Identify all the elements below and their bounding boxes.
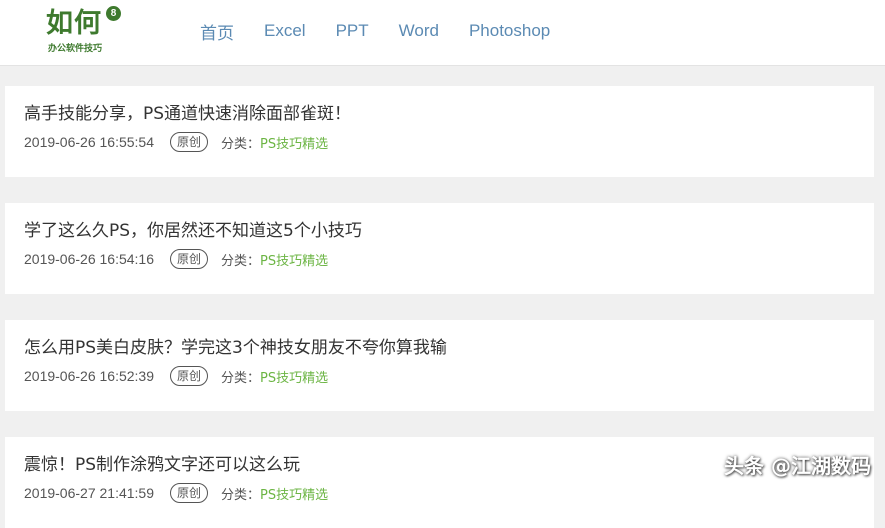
site-header: 如何 8 办公软件技巧 首页 Excel PPT Word Photoshop <box>0 0 885 66</box>
nav-photoshop[interactable]: Photoshop <box>469 21 550 41</box>
article-card: 高手技能分享，PS通道快速消除面部雀斑！ 2019-06-26 16:55:54… <box>5 86 874 177</box>
article-meta: 2019-06-26 16:52:39 原创 分类： PS技巧精选 <box>24 366 328 386</box>
nav-home[interactable]: 首页 <box>200 19 234 44</box>
site-logo[interactable]: 如何 8 办公软件技巧 <box>46 6 136 56</box>
article-title[interactable]: 高手技能分享，PS通道快速消除面部雀斑！ <box>24 99 351 124</box>
original-badge: 原创 <box>170 249 209 269</box>
category-label: 分类： <box>221 487 261 503</box>
watermark: 头条 @江湖数码 <box>724 454 871 478</box>
original-badge: 原创 <box>170 132 209 152</box>
category-link[interactable]: PS技巧精选 <box>260 367 328 386</box>
article-date: 2019-06-26 16:52:39 <box>24 368 154 384</box>
category-label: 分类： <box>221 136 261 152</box>
article-title[interactable]: 怎么用PS美白皮肤？学完这3个神技女朋友不夸你算我输 <box>24 333 447 358</box>
article-card: 学了这么久PS，你居然还不知道这5个小技巧 2019-06-26 16:54:1… <box>5 203 874 294</box>
original-badge: 原创 <box>170 366 209 386</box>
article-meta: 2019-06-26 16:55:54 原创 分类： PS技巧精选 <box>24 132 328 152</box>
article-meta: 2019-06-26 16:54:16 原创 分类： PS技巧精选 <box>24 249 328 269</box>
article-meta: 2019-06-27 21:41:59 原创 分类： PS技巧精选 <box>24 483 328 503</box>
article-date: 2019-06-27 21:41:59 <box>24 485 154 501</box>
original-badge: 原创 <box>170 483 209 503</box>
category-link[interactable]: PS技巧精选 <box>260 250 328 269</box>
article-title[interactable]: 震惊！PS制作涂鸦文字还可以这么玩 <box>24 450 300 475</box>
category-link[interactable]: PS技巧精选 <box>260 484 328 503</box>
logo-text: 如何 <box>46 8 102 39</box>
nav-ppt[interactable]: PPT <box>336 21 369 41</box>
logo-badge: 8 <box>106 6 121 21</box>
article-date: 2019-06-26 16:54:16 <box>24 251 154 267</box>
article-card: 怎么用PS美白皮肤？学完这3个神技女朋友不夸你算我输 2019-06-26 16… <box>5 320 874 411</box>
article-title[interactable]: 学了这么久PS，你居然还不知道这5个小技巧 <box>24 216 362 241</box>
logo-subtitle: 办公软件技巧 <box>48 44 103 54</box>
nav-excel[interactable]: Excel <box>264 21 306 41</box>
main-nav: 首页 Excel PPT Word Photoshop <box>200 19 580 43</box>
nav-word[interactable]: Word <box>399 21 439 41</box>
category-label: 分类： <box>221 370 261 386</box>
category-label: 分类： <box>221 253 261 269</box>
category-link[interactable]: PS技巧精选 <box>260 133 328 152</box>
article-date: 2019-06-26 16:55:54 <box>24 134 154 150</box>
